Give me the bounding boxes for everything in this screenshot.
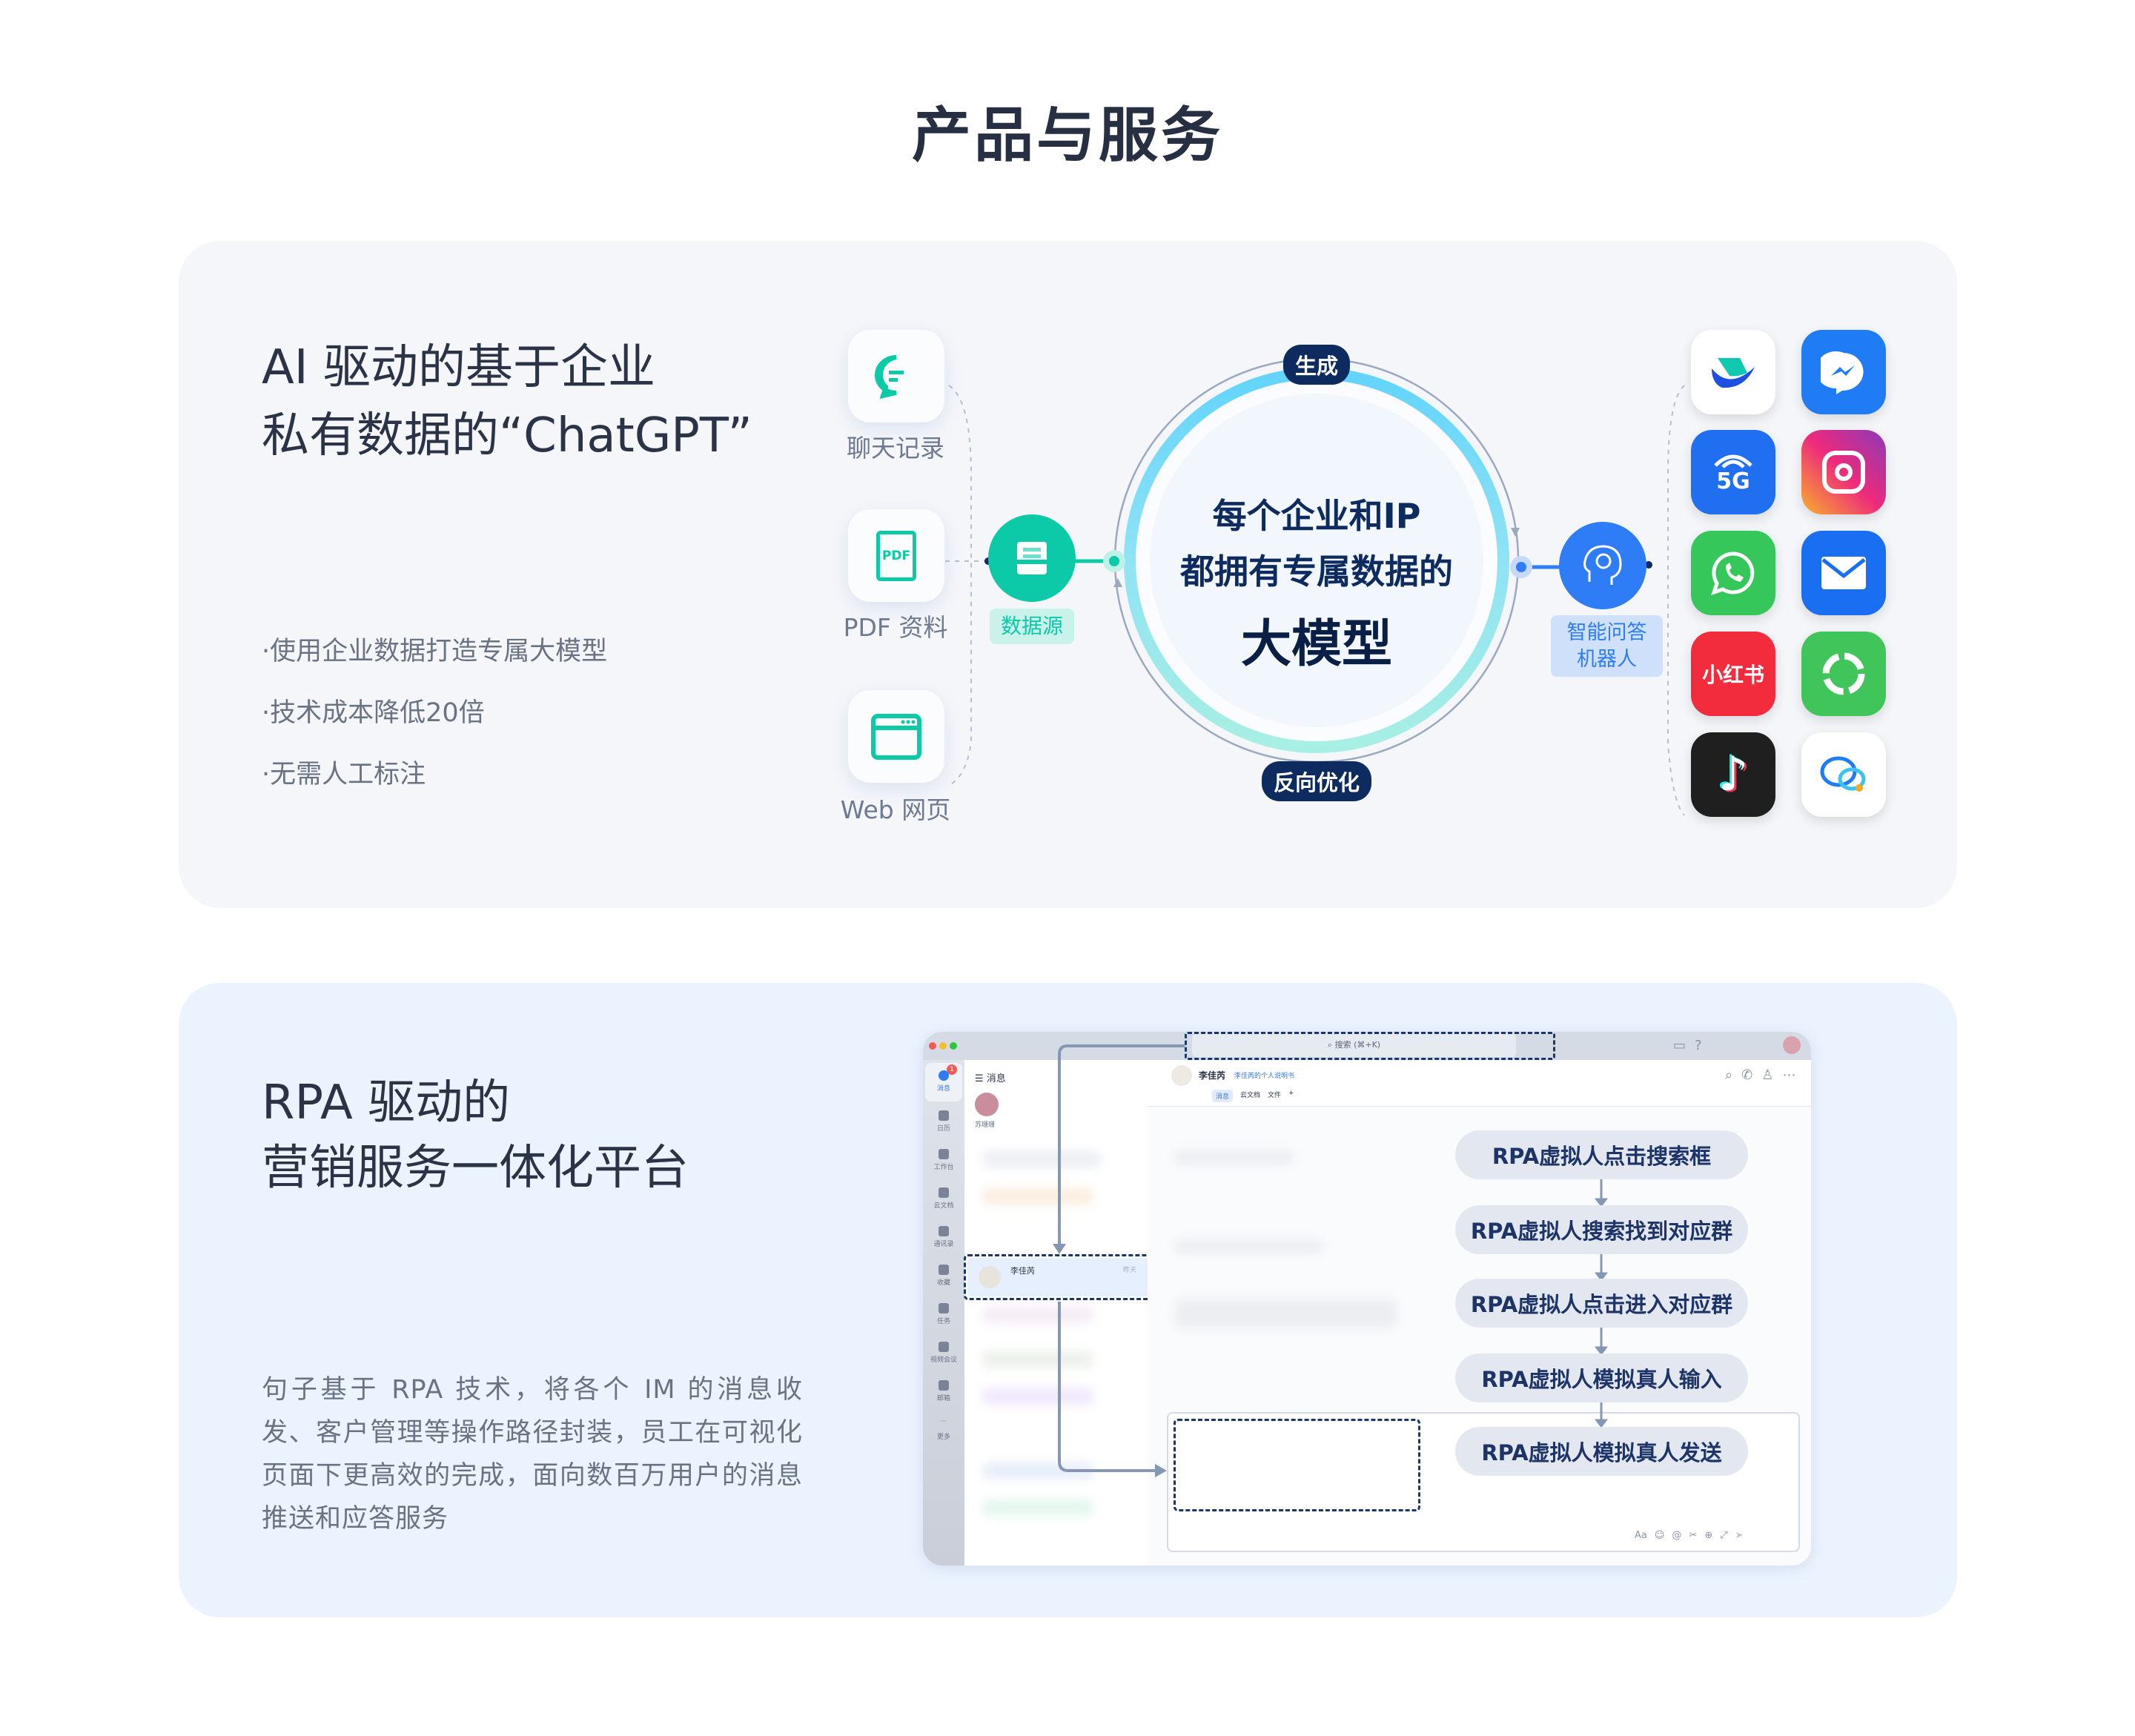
rpa-step: RPA虚拟人搜索找到对应群 bbox=[1455, 1205, 1748, 1254]
rpa-flow-arrows bbox=[1053, 1044, 1608, 1477]
rpa-step: RPA虚拟人模拟真人发送 bbox=[1455, 1427, 1748, 1476]
rpa-step: RPA虚拟人点击搜索框 bbox=[1455, 1130, 1748, 1179]
rpa-step: RPA虚拟人模拟真人输入 bbox=[1455, 1354, 1748, 1402]
rpa-step: RPA虚拟人点击进入对应群 bbox=[1455, 1279, 1748, 1328]
